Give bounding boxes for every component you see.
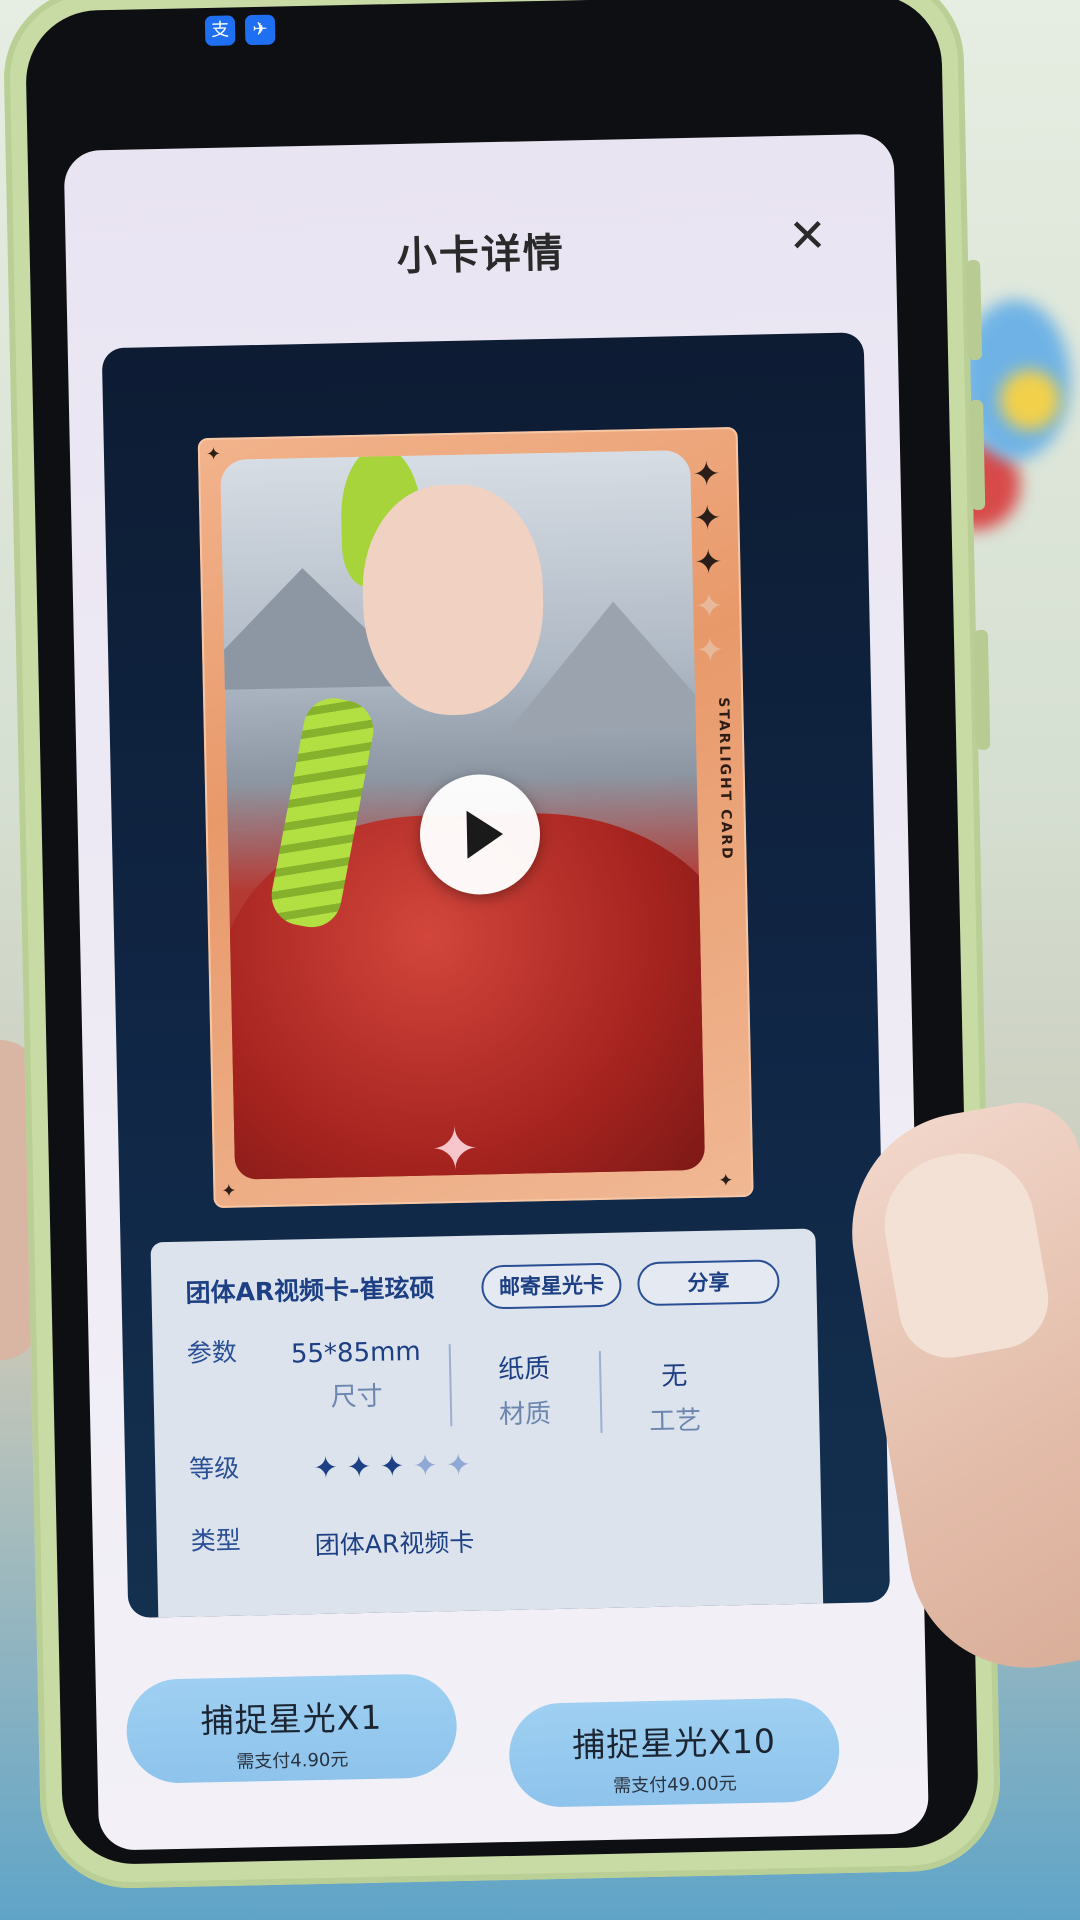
level-star-filled-icon: ✦: [312, 1450, 339, 1487]
spec-craft: 无 工艺: [599, 1354, 751, 1439]
corner-star-icon: ✦: [221, 1180, 237, 1202]
spec-key: 尺寸: [330, 1381, 384, 1413]
capture-x1-button[interactable]: 捕捉星光X1 需支付4.90元: [125, 1673, 458, 1785]
camera-photo-scene: 支 ✈ 小卡详情 ✕ ✦ ✦ ✦ ✦ ✦ STARLIGHT CARD ✦ ✦ …: [0, 0, 1080, 1920]
starlight-card: ✦ ✦ ✦ ✦ ✦ STARLIGHT CARD ✦ ✦ ✦ ✦: [197, 426, 754, 1209]
card-name: 团体AR视频卡-崔玹硕: [185, 1273, 435, 1308]
spec-value: 纸质: [497, 1354, 551, 1386]
diamond-icon: ✦: [695, 630, 725, 671]
thumb-nail: [873, 1142, 1057, 1366]
spec-value: 无: [661, 1361, 688, 1392]
card-emblem-icon: ✦: [429, 1114, 480, 1184]
capture-x10-price: 需支付49.00元: [612, 1773, 737, 1797]
capture-x1-label: 捕捉星光X1: [200, 1697, 383, 1741]
spec-material: 纸质 材质: [449, 1347, 601, 1432]
power-button: [969, 399, 986, 511]
capture-x1-price: 需支付4.90元: [236, 1749, 349, 1773]
corner-star-icon: ✦: [205, 443, 222, 466]
alipay-icon: 支: [204, 15, 236, 47]
spec-key: 材质: [498, 1399, 552, 1431]
side-button: [973, 629, 991, 751]
modal-title: 小卡详情: [396, 230, 566, 281]
map-icon: ✈: [244, 14, 276, 46]
level-stars: ✦ ✦ ✦ ✦ ✦: [312, 1447, 472, 1487]
diamond-icon: ✦: [691, 454, 722, 495]
card-photo: [220, 449, 706, 1180]
capture-x10-button[interactable]: 捕捉星光X10 需支付49.00元: [508, 1697, 841, 1809]
share-button[interactable]: 分享: [636, 1259, 780, 1307]
phone-screen: 支 ✈ 小卡详情 ✕ ✦ ✦ ✦ ✦ ✦ STARLIGHT CARD ✦ ✦ …: [24, 0, 980, 1866]
background-blur-yellow: [1000, 370, 1060, 430]
corner-star-icon: ✦: [717, 1170, 734, 1192]
phone-device: 支 ✈ 小卡详情 ✕ ✦ ✦ ✦ ✦ ✦ STARLIGHT CARD ✦ ✦ …: [2, 0, 1002, 1890]
params-label: 参数: [186, 1337, 238, 1368]
type-label: 类型: [190, 1525, 242, 1556]
diamond-icon: ✦: [693, 542, 724, 583]
spec-size: 55*85mm 尺寸: [281, 1337, 433, 1415]
card-display-panel: ✦ ✦ ✦ ✦ ✦ STARLIGHT CARD ✦ ✦ ✦ ✦ 团体AR视频卡…: [101, 332, 891, 1618]
status-bar-icons: 支 ✈: [204, 14, 276, 47]
level-star-empty-icon: ✦: [445, 1447, 472, 1484]
spec-key: 工艺: [649, 1405, 702, 1438]
level-label: 等级: [188, 1453, 240, 1484]
capture-x10-label: 捕捉星光X10: [571, 1721, 777, 1765]
spec-value: 55*85mm: [290, 1336, 422, 1370]
rarity-diamonds: ✦ ✦ ✦ ✦ ✦: [688, 454, 728, 671]
card-detail-modal: 小卡详情 ✕ ✦ ✦ ✦ ✦ ✦ STARLIGHT CARD ✦ ✦ ✦ ✦ …: [63, 133, 930, 1851]
card-info-panel: 团体AR视频卡-崔玹硕 邮寄星光卡 分享 参数 55*85mm 尺寸 纸质 材质: [150, 1228, 824, 1618]
close-icon[interactable]: ✕: [785, 208, 830, 263]
mail-card-button[interactable]: 邮寄星光卡: [481, 1262, 622, 1310]
card-brand-text: STARLIGHT CARD: [715, 697, 735, 861]
type-value: 团体AR视频卡: [314, 1527, 475, 1561]
level-star-empty-icon: ✦: [412, 1448, 439, 1484]
portrait-face: [360, 483, 546, 717]
level-star-filled-icon: ✦: [379, 1449, 406, 1485]
diamond-icon: ✦: [692, 498, 723, 539]
volume-button: [966, 259, 983, 361]
diamond-icon: ✦: [694, 586, 724, 627]
level-star-filled-icon: ✦: [346, 1449, 372, 1486]
